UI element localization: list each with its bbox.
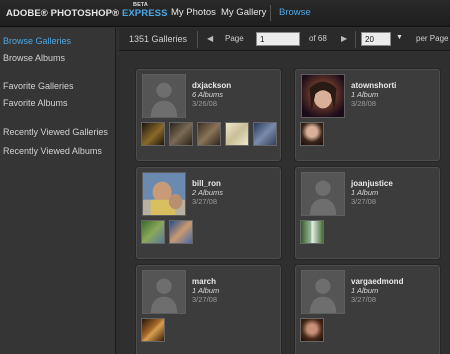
gallery-owner-name[interactable]: dxjackson [192, 81, 231, 90]
album-thumbnail[interactable] [197, 122, 221, 146]
sidebar-item-favorite-albums[interactable]: Favorite Albums [3, 98, 68, 108]
sidebar: Browse Galleries Browse Albums Favorite … [0, 28, 116, 354]
gallery-toolbar: 1351 Galleries ◀ Page of 68 ▶ ▼ per Page [119, 28, 450, 51]
album-thumbnail[interactable] [300, 220, 324, 244]
toolbar-divider [197, 31, 198, 48]
gallery-owner-name[interactable]: vargaedmond [351, 277, 403, 286]
next-page-arrow-icon[interactable]: ▶ [341, 34, 347, 43]
album-thumbnails [141, 122, 277, 146]
gallery-owner-name[interactable]: atownshorti [351, 81, 396, 90]
album-thumbnail[interactable] [225, 122, 249, 146]
nav-my-gallery[interactable]: My Gallery [221, 7, 266, 18]
nav-browse[interactable]: Browse [279, 7, 311, 18]
avatar-placeholder-icon [142, 74, 186, 118]
album-thumbnail[interactable] [169, 122, 193, 146]
gallery-card[interactable]: joanjustice 1 Album 3/27/08 [295, 167, 440, 259]
gallery-card[interactable]: march 1 Album 3/27/08 [136, 265, 281, 354]
album-thumbnail[interactable] [300, 318, 324, 342]
gallery-card[interactable]: vargaedmond 1 Album 3/27/08 [295, 265, 440, 354]
album-thumbnail[interactable] [169, 220, 193, 244]
album-thumbnail[interactable] [141, 220, 165, 244]
avatar-placeholder-icon [301, 172, 345, 216]
nav-divider [270, 5, 271, 21]
gallery-album-count: 1 Album [351, 90, 379, 99]
avatar [142, 172, 186, 216]
album-thumbnail[interactable] [141, 122, 165, 146]
per-page-label: per Page [416, 34, 449, 43]
sidebar-item-recently-viewed-galleries[interactable]: Recently Viewed Galleries [3, 127, 108, 137]
gallery-album-count: 2 Albums [192, 188, 223, 197]
gallery-grid: dxjackson 6 Albums 3/26/08 atownshorti 1… [119, 52, 450, 354]
sidebar-item-recently-viewed-albums[interactable]: Recently Viewed Albums [3, 146, 102, 156]
gallery-card[interactable]: bill_ron 2 Albums 3/27/08 [136, 167, 281, 259]
avatar-placeholder-icon [142, 270, 186, 314]
album-thumbnails [141, 318, 165, 342]
album-thumbnail[interactable] [253, 122, 277, 146]
avatar-placeholder-icon [301, 270, 345, 314]
per-page-select[interactable] [361, 32, 391, 46]
gallery-owner-name[interactable]: joanjustice [351, 179, 393, 188]
gallery-owner-name[interactable]: bill_ron [192, 179, 221, 188]
chevron-down-icon[interactable]: ▼ [396, 34, 403, 41]
gallery-album-count: 1 Album [351, 188, 379, 197]
galleries-count: 1351 Galleries [129, 34, 188, 44]
gallery-date: 3/27/08 [192, 197, 218, 206]
sidebar-item-favorite-galleries[interactable]: Favorite Galleries [3, 81, 74, 91]
gallery-date: 3/26/08 [192, 99, 218, 108]
gallery-card[interactable]: dxjackson 6 Albums 3/26/08 [136, 69, 281, 161]
nav-my-photos[interactable]: My Photos [171, 7, 216, 18]
sidebar-item-browse-albums[interactable]: Browse Albums [3, 53, 65, 63]
beta-badge: BETA [133, 2, 148, 8]
brand-express: EXPRESS [121, 8, 168, 19]
prev-page-arrow-icon[interactable]: ◀ [207, 34, 213, 43]
gallery-card[interactable]: atownshorti 1 Album 3/28/08 [295, 69, 440, 161]
gallery-date: 3/28/08 [351, 99, 377, 108]
top-bar: ADOBE® PHOTOSHOP® EXPRESS BETA My Photos… [0, 0, 450, 27]
page-number-input[interactable] [256, 32, 300, 46]
album-thumbnail[interactable] [300, 122, 324, 146]
app-logo[interactable]: ADOBE® PHOTOSHOP® EXPRESS BETA [6, 2, 168, 19]
avatar [301, 74, 345, 118]
page-count: of 68 [309, 34, 327, 43]
album-thumbnails [141, 220, 193, 244]
sidebar-item-browse-galleries[interactable]: Browse Galleries [3, 36, 71, 46]
gallery-date: 3/27/08 [351, 197, 377, 206]
album-thumbnails [300, 122, 324, 146]
toolbar-divider [355, 31, 356, 48]
gallery-album-count: 1 Album [351, 286, 379, 295]
page-label: Page [225, 34, 244, 43]
gallery-date: 3/27/08 [351, 295, 377, 304]
album-thumbnails [300, 318, 324, 342]
album-thumbnail[interactable] [141, 318, 165, 342]
gallery-owner-name[interactable]: march [192, 277, 216, 286]
gallery-album-count: 6 Albums [192, 90, 223, 99]
album-thumbnails [300, 220, 324, 244]
gallery-date: 3/27/08 [192, 295, 218, 304]
brand-name: ADOBE® PHOTOSHOP® [6, 8, 120, 19]
gallery-album-count: 1 Album [192, 286, 220, 295]
